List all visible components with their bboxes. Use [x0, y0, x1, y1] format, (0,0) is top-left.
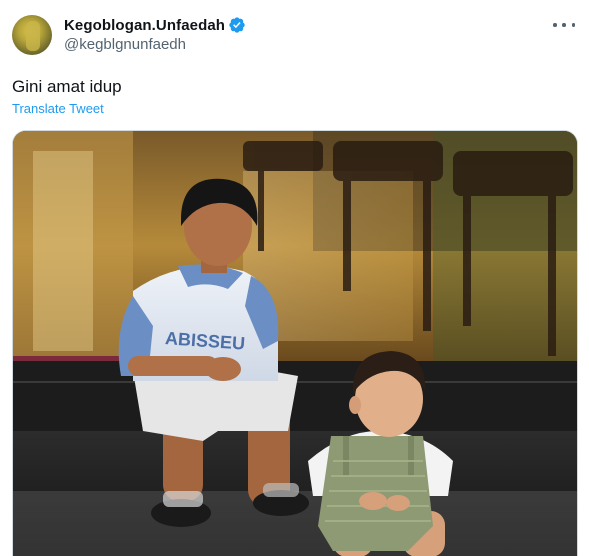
- tweet-photo[interactable]: ABISSEU: [12, 130, 578, 556]
- translate-tweet-link[interactable]: Translate Tweet: [12, 101, 104, 116]
- more-horizontal-icon[interactable]: [553, 17, 575, 33]
- avatar[interactable]: [12, 15, 52, 55]
- handle[interactable]: @kegblgnunfaedh: [64, 36, 186, 53]
- photo-illustration: ABISSEU: [13, 131, 577, 556]
- tweet-text: Gini amat idup: [12, 77, 122, 96]
- verified-badge-icon: [228, 16, 246, 34]
- tweet-card: Kegoblogan.Unfaedah @kegblgnunfaedh Gini…: [0, 0, 589, 556]
- author-row: Kegoblogan.Unfaedah: [64, 14, 246, 36]
- display-name[interactable]: Kegoblogan.Unfaedah: [64, 17, 225, 34]
